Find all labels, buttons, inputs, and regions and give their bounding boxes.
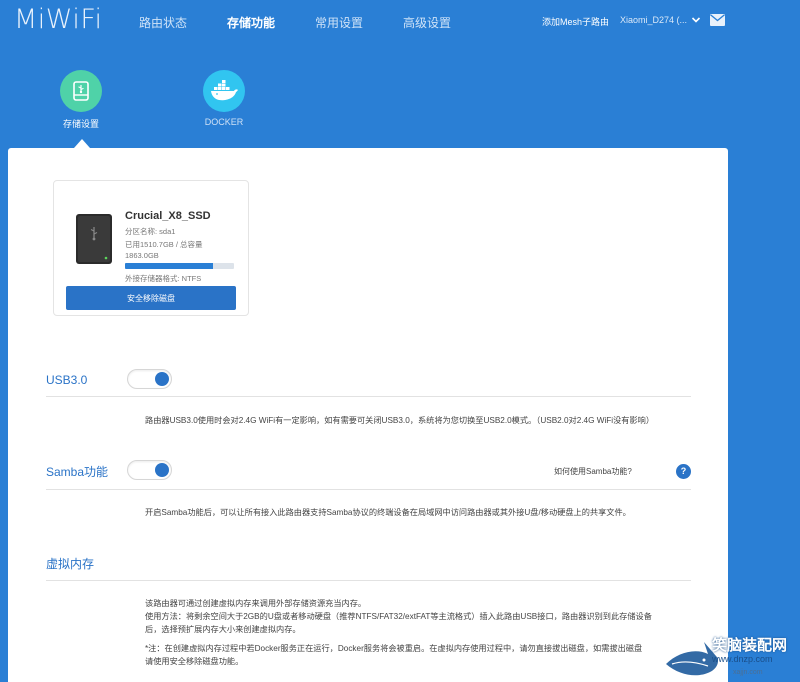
vmem-line-4: *注：在创建虚拟内存过程中若Docker服务正在运行，Docker服务将会被重启… [145,644,643,653]
samba-description: 开启Samba功能后，可以让所有接入此路由器支持Samba协议的终端设备在局域网… [145,508,631,517]
samba-toggle-knob [155,463,169,477]
watermark-url: www.dnzp.com [712,654,773,664]
active-tab-pointer [74,139,90,148]
usb3-title: USB3.0 [46,373,88,387]
usb3-toggle[interactable] [127,369,172,389]
disk-usage-bar-fill [125,263,214,269]
help-icon[interactable]: ? [676,464,691,479]
vmem-line-3: 后，选择预扩展内存大小来创建虚拟内存。 [145,625,301,634]
chevron-down-icon[interactable] [691,15,701,25]
device-name[interactable]: Xiaomi_D274 (... [620,15,687,25]
eject-disk-button[interactable]: 安全移除磁盘 [66,286,236,310]
miwifi-logo: MiWiFi [14,4,103,35]
tab-storage-settings-label: 存储设置 [62,119,99,129]
vmem-line-2: 使用方法：将剩余空间大于2GB的U盘或者移动硬盘（推荐NTFS/FAT32/ex… [145,612,652,621]
nav-advanced-settings[interactable]: 高级设置 [403,14,451,31]
docker-whale-icon [203,70,245,112]
mail-icon[interactable] [710,14,725,26]
disk-name: Crucial_X8_SSD [125,210,211,222]
tab-storage-settings[interactable]: 存储设置 [51,70,111,130]
disk-usage: 已用1510.7GB / 总容量 [125,240,203,249]
usb3-divider [46,396,691,397]
nav-common-settings[interactable]: 常用设置 [315,14,363,31]
nav-storage[interactable]: 存储功能 [227,14,275,31]
usb-disk-icon [60,70,102,112]
storage-panel: Crucial_X8_SSD 分区名称: sda1 已用1510.7GB / 总… [8,148,728,682]
vmem-title: 虚拟内存 [46,557,95,571]
disk-total: 1863.0GB [125,251,159,260]
samba-divider [46,489,691,490]
samba-help-link[interactable]: 如何使用Samba功能? [554,466,632,477]
disk-format: 外接存储器格式: NTFS [125,274,202,283]
tab-docker-label: DOCKER [204,117,244,127]
vmem-line-1: 该路由器可通过创建虚拟内存来调用外部存储资源充当内存。 [145,599,367,608]
nav-router-status[interactable]: 路由状态 [139,14,187,31]
usb3-description: 路由器USB3.0使用时会对2.4G WiFi有一定影响，如有需要可关闭USB3… [145,416,655,425]
usb3-toggle-knob [155,372,169,386]
ssd-drive-icon [76,214,112,264]
vmem-line-5: 请使用安全移除磁盘功能。 [145,657,244,666]
disk-partition: 分区名称: sda1 [125,227,176,236]
disk-usage-bar [125,263,234,269]
disk-card: Crucial_X8_SSD 分区名称: sda1 已用1510.7GB / 总… [53,180,249,316]
tab-docker[interactable]: DOCKER [194,70,254,127]
watermark-text: 笑脑装配网 [712,637,788,654]
samba-title: Samba功能 [46,465,109,479]
vmem-divider [46,580,691,581]
watermark-url-2: xajjn.com [733,669,763,676]
add-mesh-link[interactable]: 添加Mesh子路由 [542,15,609,28]
samba-toggle[interactable] [127,460,172,480]
